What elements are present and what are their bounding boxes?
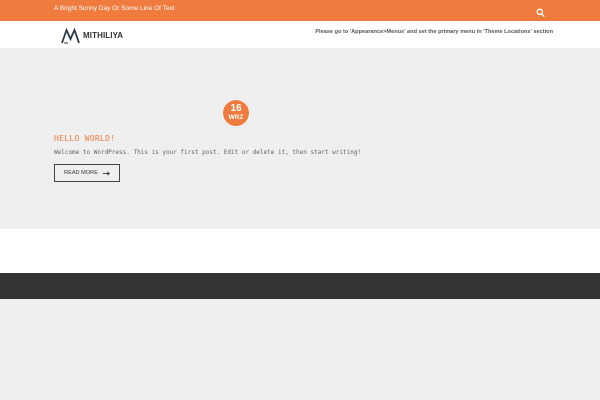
footer-bar: [0, 273, 600, 299]
read-more-label: READ MORE: [64, 170, 98, 176]
post-date-badge: 16 WRZ: [222, 99, 250, 127]
post-date-day: 16: [230, 103, 242, 114]
content-spacer-band: [0, 229, 600, 273]
m-logo-icon: [61, 27, 80, 43]
post-excerpt: Welcome to WordPress. This is your first…: [54, 149, 362, 156]
site-logo[interactable]: MITHILIYA: [61, 27, 123, 44]
top-bar: A Bright Sunny Day Or Some Line Of Text: [0, 0, 600, 21]
post-title-link[interactable]: HELLO WORLD!: [54, 134, 115, 143]
menu-notice: Please go to 'Appearance>Menus' and set …: [315, 29, 553, 35]
post-date-month: WRZ: [228, 114, 244, 121]
site-header: MITHILIYA Please go to 'Appearance>Menus…: [0, 21, 600, 48]
main-content: 16 WRZ HELLO WORLD! Welcome to WordPress…: [0, 48, 600, 229]
logo-text: MITHILIYA: [83, 31, 124, 40]
read-more-button[interactable]: READ MORE: [54, 164, 120, 182]
footer-area: [0, 299, 600, 400]
arrow-right-icon: [102, 170, 110, 176]
search-icon[interactable]: [536, 5, 545, 17]
site-tagline: A Bright Sunny Day Or Some Line Of Text: [54, 5, 175, 12]
